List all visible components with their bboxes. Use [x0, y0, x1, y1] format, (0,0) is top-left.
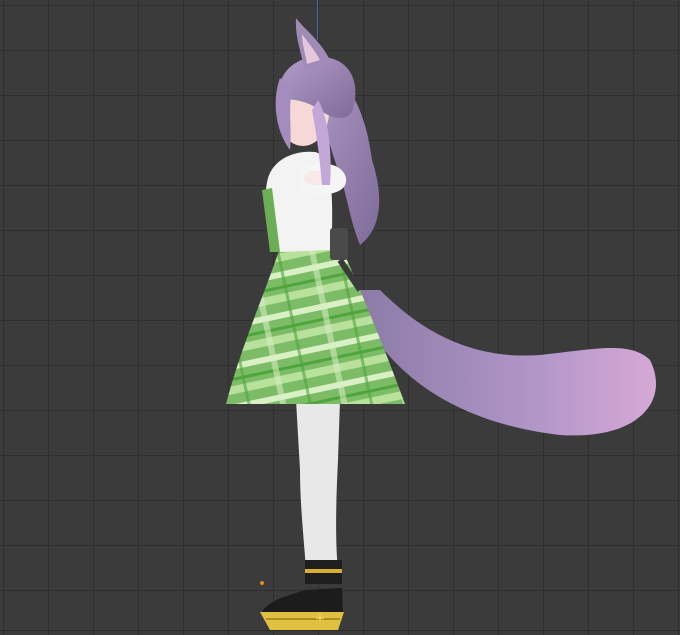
- 3d-viewport[interactable]: [0, 0, 680, 635]
- shoe-buckle: [305, 569, 342, 573]
- viewport-bottom-edge: [0, 630, 680, 631]
- hair-fringe: [275, 78, 292, 150]
- shoe-sole: [260, 612, 344, 630]
- shoe-upper: [262, 588, 343, 612]
- object-origin-marker: [260, 581, 264, 585]
- waist-bag: [330, 228, 348, 260]
- leg-leggings: [296, 400, 340, 570]
- tail: [352, 290, 656, 436]
- character-model[interactable]: [0, 0, 680, 635]
